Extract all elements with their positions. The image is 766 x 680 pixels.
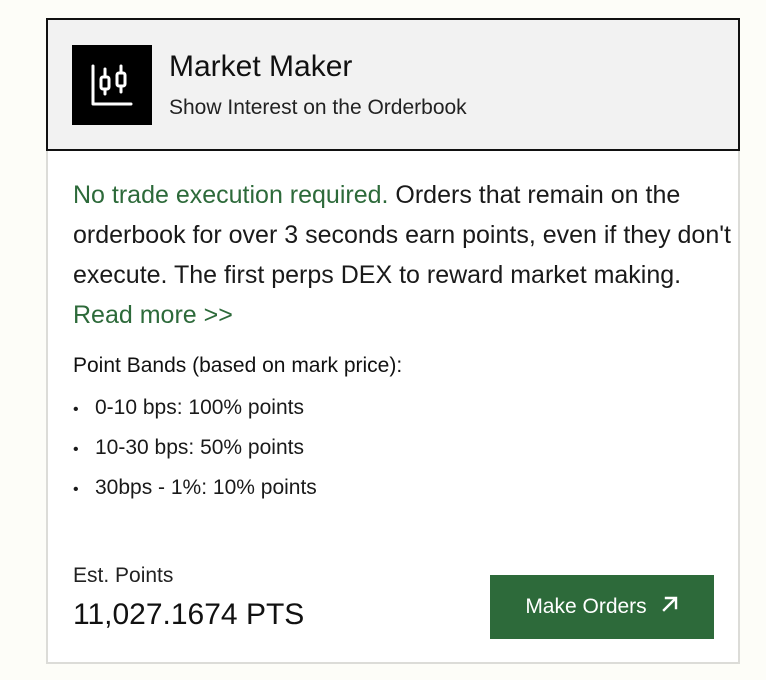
- point-bands-title: Point Bands (based on mark price):: [73, 354, 403, 377]
- est-points-label: Est. Points: [73, 564, 174, 587]
- description: No trade execution required. Orders that…: [73, 175, 733, 335]
- card-header: Market Maker Show Interest on the Orderb…: [46, 18, 740, 151]
- bullet-icon: •: [73, 481, 79, 498]
- bullet-icon: •: [73, 401, 79, 418]
- band-label: 0-10 bps: 100% points: [95, 396, 304, 419]
- bullet-icon: •: [73, 441, 79, 458]
- list-item: • 30bps - 1%: 10% points: [73, 473, 317, 513]
- list-item: • 0-10 bps: 100% points: [73, 393, 317, 433]
- point-bands-list: • 0-10 bps: 100% points • 10-30 bps: 50% p…: [73, 393, 317, 513]
- card-subtitle: Show Interest on the Orderbook: [169, 96, 467, 119]
- band-label: 10-30 bps: 50% points: [95, 436, 304, 459]
- make-orders-label: Make Orders: [525, 595, 647, 618]
- read-more-link[interactable]: Read more >>: [73, 301, 233, 329]
- candlestick-chart-icon: [72, 45, 152, 125]
- market-maker-card: Market Maker Show Interest on the Orderb…: [46, 18, 740, 664]
- description-highlight: No trade execution required.: [73, 181, 389, 209]
- list-item: • 10-30 bps: 50% points: [73, 433, 317, 473]
- band-label: 30bps - 1%: 10% points: [95, 476, 317, 499]
- arrow-up-right-icon: [661, 595, 679, 619]
- est-points-value: 11,027.1674 PTS: [73, 598, 305, 631]
- card-title: Market Maker: [169, 50, 353, 83]
- make-orders-button[interactable]: Make Orders: [490, 575, 714, 639]
